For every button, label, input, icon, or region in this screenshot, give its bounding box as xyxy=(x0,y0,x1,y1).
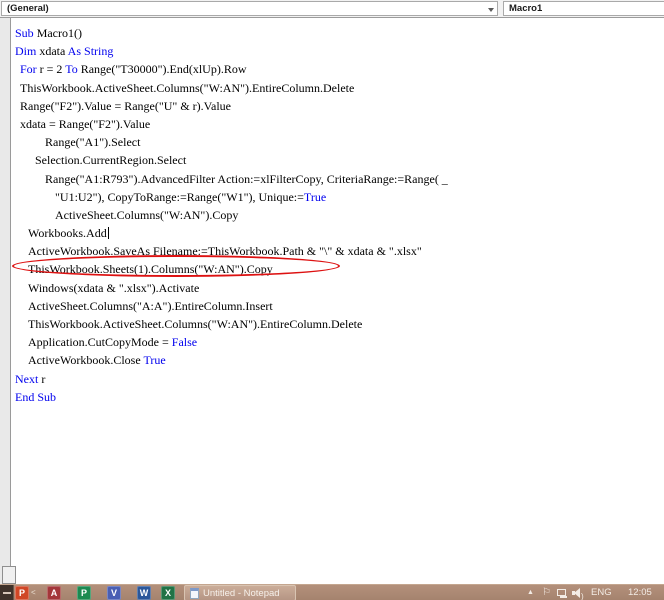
language-indicator[interactable]: ENG xyxy=(591,585,612,600)
code-line[interactable]: Next r xyxy=(0,370,664,388)
code-window[interactable]: Sub Macro1()Dim xdata As StringFor r = 2… xyxy=(0,18,664,584)
code-line[interactable]: Range("A1").Select xyxy=(0,133,664,151)
excel-icon[interactable]: X xyxy=(161,586,175,600)
code-line[interactable]: Selection.CurrentRegion.Select xyxy=(0,151,664,169)
taskbar-chevron[interactable]: < xyxy=(31,588,36,598)
publisher-icon[interactable]: P xyxy=(77,586,91,600)
code-line[interactable]: Dim xdata As String xyxy=(0,42,664,60)
code-line[interactable]: Workbooks.Add xyxy=(0,224,664,242)
code-line[interactable]: ThisWorkbook.Sheets(1).Columns("W:AN").C… xyxy=(0,260,664,278)
code-line[interactable]: ThisWorkbook.ActiveSheet.Columns("W:AN")… xyxy=(0,79,664,97)
powerpoint-icon[interactable]: P xyxy=(15,586,29,600)
visio-icon[interactable]: V xyxy=(107,586,121,600)
code-area[interactable]: Sub Macro1()Dim xdata As StringFor r = 2… xyxy=(0,18,664,584)
vba-editor-window: (General) Macro1 Sub Macro1()Dim xdata A… xyxy=(0,0,664,600)
code-line[interactable]: ThisWorkbook.ActiveSheet.Columns("W:AN")… xyxy=(0,315,664,333)
procedure-dropdown-value: Macro1 xyxy=(509,3,542,14)
procedure-dropdown[interactable]: Macro1 xyxy=(503,1,664,16)
access-icon[interactable]: A xyxy=(47,586,61,600)
minimized-window-button[interactable] xyxy=(0,585,14,600)
code-line[interactable]: End Sub xyxy=(0,388,664,406)
word-icon[interactable]: W xyxy=(137,586,151,600)
code-line[interactable]: ActiveWorkbook.SaveAs Filename:=ThisWork… xyxy=(0,242,664,260)
code-line[interactable]: ActiveSheet.Columns("W:AN").Copy xyxy=(0,206,664,224)
code-line[interactable]: ActiveSheet.Columns("A:A").EntireColumn.… xyxy=(0,297,664,315)
code-line[interactable]: Sub Macro1() xyxy=(0,24,664,42)
text-caret xyxy=(108,227,109,239)
scrollbar-corner[interactable] xyxy=(2,566,16,584)
notepad-task-button[interactable]: Untitled - Notepad xyxy=(184,585,296,600)
code-line[interactable]: Range("F2").Value = Range("U" & r).Value xyxy=(0,97,664,115)
code-line[interactable]: Range("A1:R793").AdvancedFilter Action:=… xyxy=(0,170,664,188)
chevron-down-icon[interactable] xyxy=(486,5,495,14)
code-line[interactable]: For r = 2 To Range("T30000").End(xlUp).R… xyxy=(0,60,664,78)
taskbar: P<APVWX Untitled - Notepad ▲ ⚐ ) ENG 12:… xyxy=(0,584,664,600)
task-button-label: Untitled - Notepad xyxy=(203,588,280,599)
object-dropdown[interactable]: (General) xyxy=(1,1,498,16)
margin-indicator-bar xyxy=(0,18,11,584)
code-line[interactable]: ActiveWorkbook.Close True xyxy=(0,351,664,369)
action-center-icon[interactable]: ⚐ xyxy=(542,585,551,600)
clock[interactable]: 12:05 xyxy=(628,585,652,600)
code-line[interactable]: "U1:U2"), CopyToRange:=Range("W1"), Uniq… xyxy=(0,188,664,206)
object-dropdown-value: (General) xyxy=(7,3,49,14)
code-line[interactable]: xdata = Range("F2").Value xyxy=(0,115,664,133)
code-line[interactable]: Windows(xdata & ".xlsx").Activate xyxy=(0,279,664,297)
code-pane-header: (General) Macro1 xyxy=(0,0,664,18)
notepad-icon xyxy=(190,588,199,599)
code-line[interactable]: Application.CutCopyMode = False xyxy=(0,333,664,351)
show-hidden-icons[interactable]: ▲ xyxy=(527,585,534,600)
